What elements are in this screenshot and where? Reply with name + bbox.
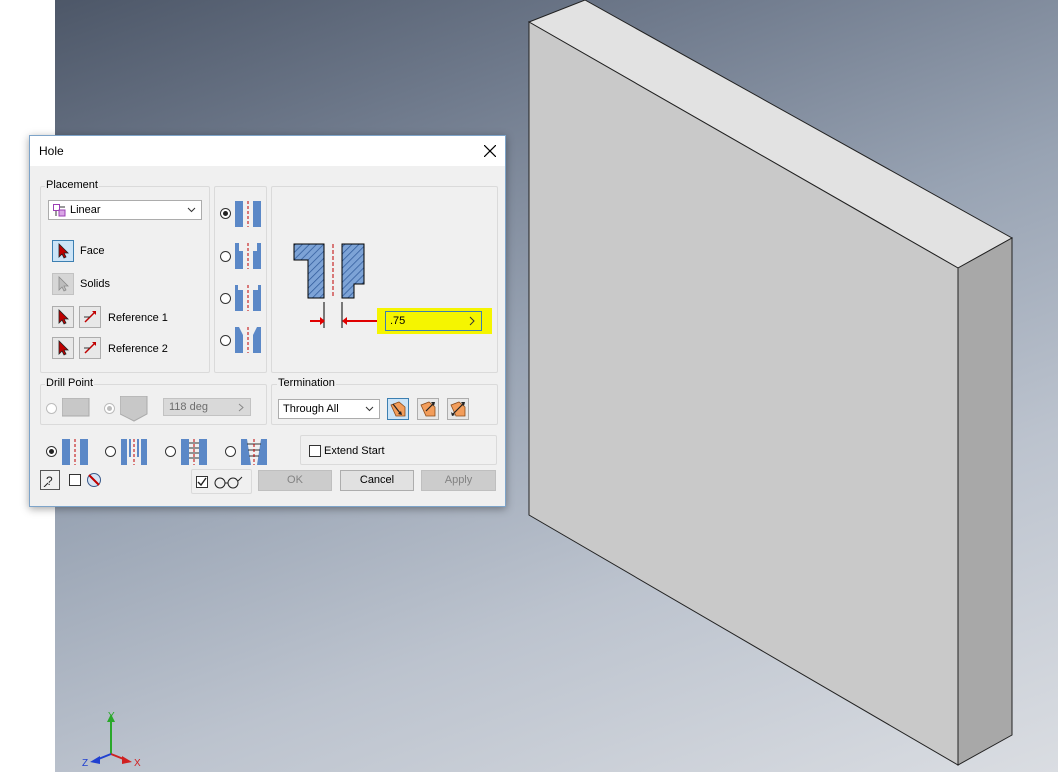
reference2-flip-button[interactable] [79,337,101,359]
dialog-title: Hole [39,144,64,158]
termination-value: Through All [283,403,339,415]
cancel-button[interactable]: Cancel [340,470,414,491]
simple-hole-radio[interactable] [46,446,57,457]
triad-x-label: X [134,758,141,769]
extend-start-checkbox[interactable] [309,445,321,457]
drill-point-label: Drill Point [45,377,95,389]
termination-label: Termination [277,377,336,389]
svg-text:?: ? [46,474,53,487]
countersink-hole-icon [235,327,261,353]
view-triad: Y X Z [82,711,141,769]
linear-placement-icon [53,204,66,217]
cursor-arrow-icon [58,309,69,325]
clearance-hole-icon [121,439,147,465]
solids-label: Solids [80,278,110,290]
solids-select-button[interactable] [52,273,74,295]
drill-angle-input[interactable]: 118 deg [163,398,251,416]
diameter-value: .75 [390,315,406,327]
direction-default-button[interactable] [387,398,409,420]
hole-type-spotface-radio[interactable] [220,293,231,304]
hole-type-counterbore-radio[interactable] [220,251,231,262]
cursor-arrow-icon [58,340,69,356]
direction-flip-button[interactable] [417,398,439,420]
plate-side-face[interactable] [957,237,1013,766]
cursor-arrow-icon [58,276,69,292]
diameter-input[interactable]: .75 [385,311,482,331]
drill-point-flat-radio[interactable] [46,403,57,414]
help-icon: ? [43,474,53,487]
placement-type-select[interactable]: Linear [48,200,202,220]
face-label: Face [80,245,105,257]
placement-label: Placement [45,179,99,191]
placement-type-value: Linear [70,204,101,216]
checkmark-icon [197,477,207,487]
dialog-titlebar[interactable]: Hole [30,136,505,166]
ok-button[interactable]: OK [258,470,332,491]
hole-dialog: Hole Placement Linear Face Solids Refere… [29,135,506,507]
flip-direction-icon [84,342,96,354]
reference2-select-button[interactable] [52,337,74,359]
flip-direction-icon [84,311,96,323]
direction-symmetric-icon [450,401,466,417]
diameter-dimension-arrows [310,317,386,325]
close-button[interactable] [475,136,505,166]
close-icon [484,145,496,157]
flat-drill-point-icon [62,398,90,417]
no-preview-icon [87,473,101,487]
reference1-flip-button[interactable] [79,306,101,328]
chevron-right-icon[interactable] [468,315,476,327]
hole-type-drilled-radio[interactable] [220,208,231,219]
taper-tapped-hole-icon [241,439,267,465]
extend-start-label: Extend Start [324,445,385,457]
hole-type-countersink-radio[interactable] [220,335,231,346]
reference1-select-button[interactable] [52,306,74,328]
angle-drill-point-icon [120,396,148,422]
clearance-hole-radio[interactable] [105,446,116,457]
drill-point-angle-radio[interactable] [104,403,115,414]
taper-tapped-hole-radio[interactable] [225,446,236,457]
drilled-hole-icon [235,201,261,227]
face-select-button[interactable] [52,240,74,262]
spotface-hole-icon [235,285,261,311]
chevron-down-icon [365,406,374,412]
glasses-checkbox[interactable] [196,476,208,488]
counterbore-hole-icon [235,243,261,269]
drill-angle-value: 118 deg [169,401,208,413]
direction-symmetric-button[interactable] [447,398,469,420]
glasses-icon [214,476,243,489]
direction-default-icon [390,401,406,417]
reference1-label: Reference 1 [108,312,168,324]
reference2-label: Reference 2 [108,343,168,355]
triad-y-label: Y [108,711,115,722]
simple-hole-icon [62,439,88,465]
direction-flip-icon [420,401,436,417]
triad-z-label: Z [82,758,88,769]
tapped-hole-radio[interactable] [165,446,176,457]
chevron-down-icon [187,207,196,213]
preview-toggle-checkbox[interactable] [69,474,81,486]
cursor-arrow-icon [58,243,69,259]
apply-button[interactable]: Apply [421,470,496,491]
chevron-right-icon [238,403,244,412]
tapped-hole-icon [181,439,207,465]
help-button[interactable]: ? [40,470,60,490]
termination-select[interactable]: Through All [278,399,380,419]
